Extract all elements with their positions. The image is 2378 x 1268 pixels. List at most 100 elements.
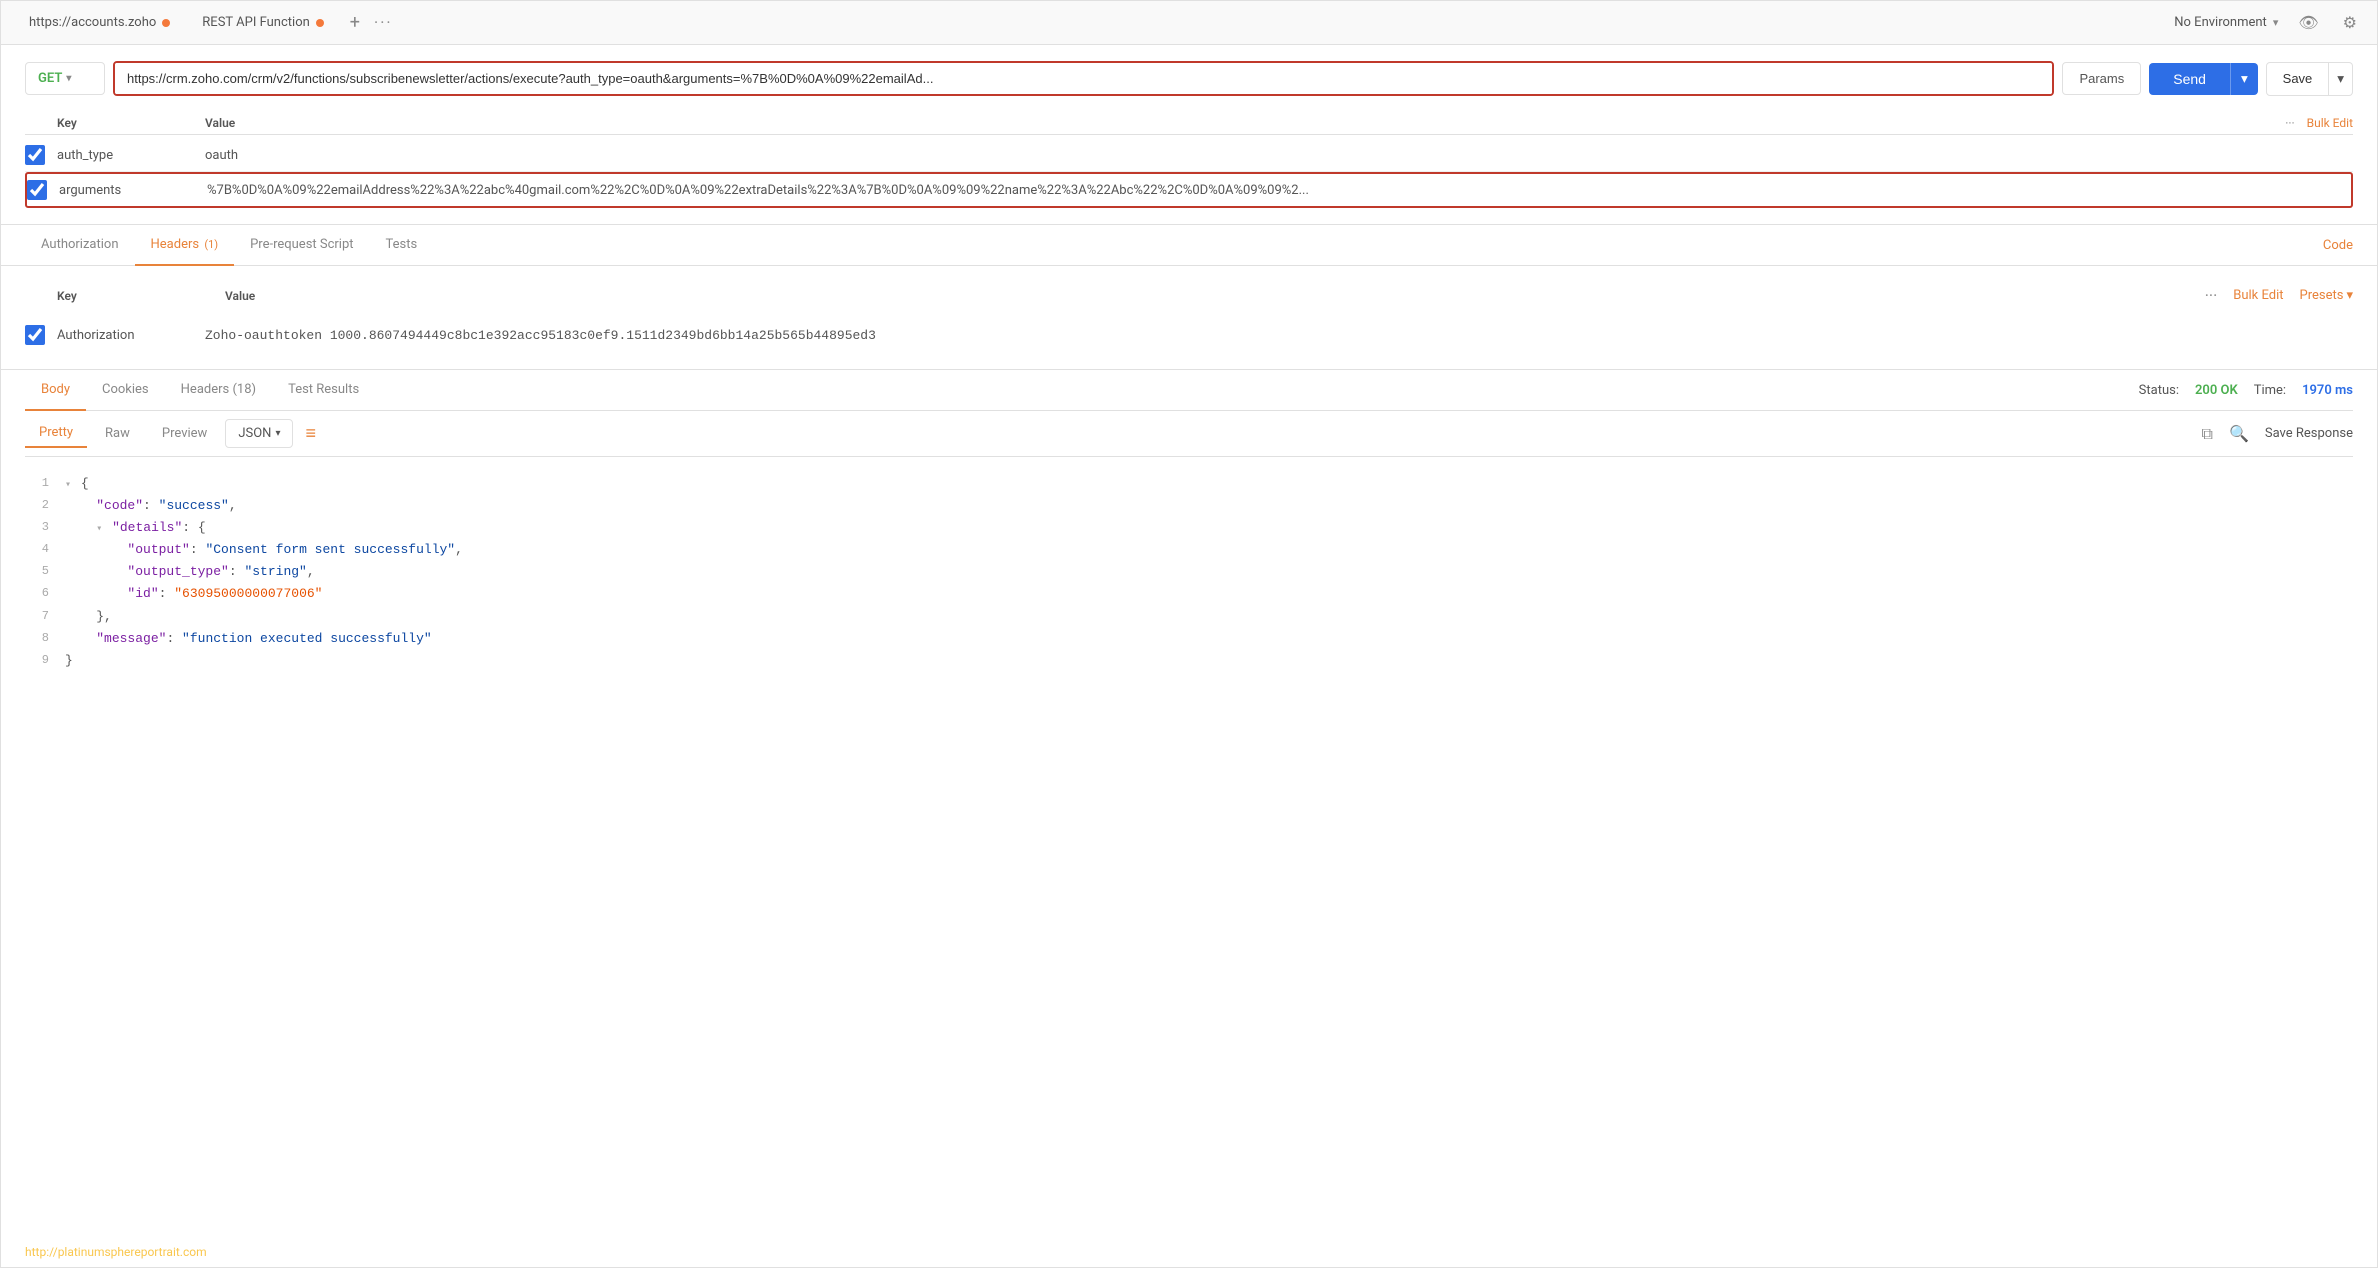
collapse-arrow-3[interactable]: ▾ — [96, 524, 102, 535]
params-value-header: Value — [205, 116, 2285, 130]
time-value: 1970 ms — [2302, 383, 2353, 398]
method-chevron-icon: ▾ — [66, 73, 71, 84]
headers-presets-button[interactable]: Presets ▾ — [2300, 288, 2353, 303]
tab-headers[interactable]: Headers (1) — [135, 225, 235, 266]
params-row2-checkbox[interactable] — [27, 180, 47, 200]
new-tab-button[interactable]: + — [344, 12, 366, 33]
authorization-header-row: Authorization Zoho-oauthtoken 1000.86074… — [25, 317, 2353, 353]
tab-authorization[interactable]: Authorization — [25, 225, 135, 266]
app-container: https://accounts.zoho REST API Function … — [0, 0, 2378, 1268]
headers-dots-icon[interactable]: ··· — [2205, 286, 2218, 305]
save-response-button[interactable]: Save Response — [2265, 426, 2353, 441]
subtab-preview[interactable]: Preview — [148, 420, 221, 447]
tab-pre-request-label: Pre-request Script — [250, 237, 353, 252]
tab-pre-request[interactable]: Pre-request Script — [234, 225, 369, 266]
tab-authorization-label: Authorization — [41, 237, 119, 252]
auth-row-key: Authorization — [57, 328, 205, 343]
auth-row-checkbox[interactable] — [25, 325, 45, 345]
headers-badge: (1) — [204, 238, 218, 251]
headers-key-header: Key — [25, 289, 225, 303]
tab-accounts-zoho[interactable]: https://accounts.zoho — [17, 9, 182, 36]
resp-tab-test-results[interactable]: Test Results — [272, 370, 375, 411]
env-label: No Environment — [2174, 15, 2267, 30]
more-tabs-button[interactable]: ··· — [374, 13, 393, 32]
request-tabs-container: Authorization Headers (1) Pre-request Sc… — [1, 225, 2377, 266]
headers-table-header: Key Value ··· Bulk Edit Presets ▾ — [25, 282, 2353, 309]
gear-icon[interactable]: ⚙ — [2339, 9, 2361, 36]
line-9: 9 } — [25, 650, 2353, 672]
wrap-icon[interactable]: ≡ — [305, 423, 316, 444]
response-tabs-bar: Body Cookies Headers (18) Test Results S… — [25, 370, 2353, 411]
environment-selector[interactable]: No Environment ▾ — [2174, 15, 2278, 30]
url-input-wrapper — [113, 61, 2054, 96]
tab-bar: https://accounts.zoho REST API Function … — [1, 1, 2377, 45]
subtab-actions: ⧉ 🔍 Save Response — [2202, 424, 2354, 444]
headers-count-badge: (18) — [232, 382, 256, 397]
params-table-header: Key Value ··· Bulk Edit — [25, 112, 2353, 135]
request-area: GET ▾ Params Send ▾ Save ▾ Key Value · — [1, 45, 2377, 225]
tab-rest-api[interactable]: REST API Function — [190, 9, 336, 36]
params-row2-value: %7B%0D%0A%09%22emailAddress%22%3A%22abc%… — [207, 183, 2351, 198]
resp-tab-body[interactable]: Body — [25, 370, 86, 411]
send-dropdown-button[interactable]: ▾ — [2230, 63, 2258, 95]
copy-icon[interactable]: ⧉ — [2202, 424, 2213, 444]
save-button[interactable]: Save — [2266, 62, 2330, 96]
params-row2-key: arguments — [59, 183, 207, 198]
watermark-text: http://platinumsphereportrait.com — [25, 1245, 207, 1259]
params-row1-checkbox[interactable] — [25, 145, 45, 165]
headers-section: Key Value ··· Bulk Edit Presets ▾ Author… — [1, 266, 2377, 370]
tab-tests[interactable]: Tests — [370, 225, 434, 266]
params-button[interactable]: Params — [2062, 62, 2141, 95]
headers-bulk-edit-button[interactable]: Bulk Edit — [2233, 288, 2283, 303]
save-button-group: Save ▾ — [2266, 62, 2353, 96]
json-code-output: 1 ▾ { 2 "code": "success", 3 ▾ "details"… — [25, 457, 2353, 688]
resp-tab-cookies[interactable]: Cookies — [86, 370, 165, 411]
params-bulk-edit-button[interactable]: Bulk Edit — [2307, 116, 2353, 130]
auth-row-value: Zoho-oauthtoken 1000.8607494449c8bc1e392… — [205, 328, 2353, 343]
code-link[interactable]: Code — [2323, 238, 2353, 253]
collapse-arrow-1[interactable]: ▾ — [65, 480, 71, 491]
line-1: 1 ▾ { — [25, 473, 2353, 495]
params-table: Key Value ··· Bulk Edit auth_type oauth … — [25, 112, 2353, 208]
line-4: 4 "output": "Consent form sent successfu… — [25, 539, 2353, 561]
response-tab-nav: Body Cookies Headers (18) Test Results — [25, 370, 375, 410]
env-chevron-icon: ▾ — [2273, 16, 2279, 29]
params-row-auth-type: auth_type oauth — [25, 139, 2353, 172]
tab1-label: https://accounts.zoho — [29, 15, 156, 30]
subtab-pretty[interactable]: Pretty — [25, 419, 87, 448]
eye-icon[interactable]: 👁 — [2294, 9, 2322, 36]
params-row1-key: auth_type — [57, 148, 205, 163]
resp-tab-headers[interactable]: Headers (18) — [165, 370, 272, 411]
status-value: 200 OK — [2195, 383, 2238, 398]
format-label: JSON — [238, 426, 271, 441]
url-bar: GET ▾ Params Send ▾ Save ▾ — [25, 61, 2353, 96]
tab-headers-label: Headers (1) — [151, 237, 219, 252]
subtab-raw[interactable]: Raw — [91, 420, 144, 447]
method-label: GET — [38, 71, 62, 86]
line-7: 7 }, — [25, 606, 2353, 628]
params-header-actions: ··· Bulk Edit — [2285, 116, 2353, 130]
format-selector[interactable]: JSON ▾ — [225, 419, 293, 448]
send-button[interactable]: Send — [2149, 63, 2230, 95]
line-6: 6 "id": "63095000000077006" — [25, 583, 2353, 605]
params-dots-icon[interactable]: ··· — [2285, 116, 2294, 130]
footer-watermark: http://platinumsphereportrait.com — [1, 1237, 2377, 1267]
body-subtabs: Pretty Raw Preview JSON ▾ ≡ ⧉ 🔍 Save Res… — [25, 411, 2353, 457]
search-icon[interactable]: 🔍 — [2229, 424, 2249, 443]
line-3: 3 ▾ "details": { — [25, 517, 2353, 539]
tab2-label: REST API Function — [202, 15, 310, 30]
url-input[interactable] — [115, 63, 2052, 94]
method-selector[interactable]: GET ▾ — [25, 62, 105, 95]
headers-value-header: Value — [225, 289, 2205, 303]
line-5: 5 "output_type": "string", — [25, 561, 2353, 583]
params-row1-value: oauth — [205, 148, 2353, 163]
format-chevron-icon: ▾ — [275, 428, 280, 439]
response-status-bar: Status: 200 OK Time: 1970 ms — [2139, 383, 2353, 398]
tab-tests-label: Tests — [386, 237, 418, 252]
save-dropdown-button[interactable]: ▾ — [2329, 62, 2353, 96]
params-key-header: Key — [25, 116, 205, 130]
status-label: Status: — [2139, 383, 2179, 398]
tab2-dot — [316, 19, 324, 27]
tab-bar-right: No Environment ▾ 👁 ⚙ — [2174, 9, 2361, 36]
line-2: 2 "code": "success", — [25, 495, 2353, 517]
